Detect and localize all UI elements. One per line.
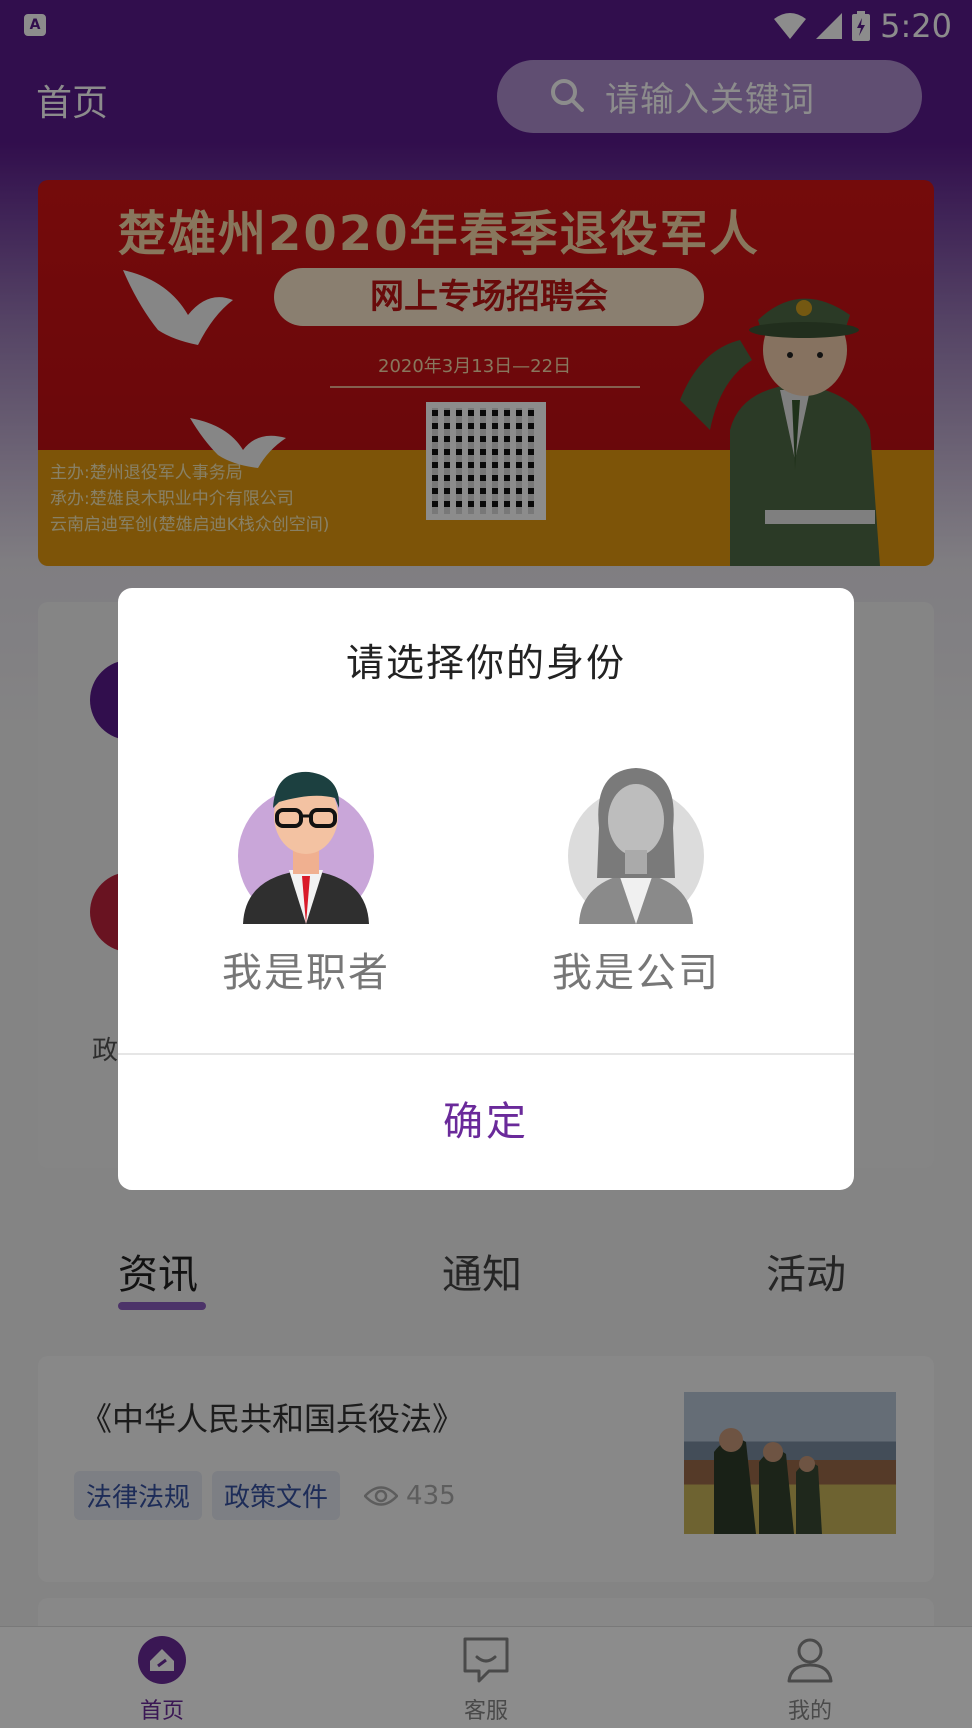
- role-label: 我是公司: [552, 950, 720, 996]
- identity-dialog: 请选择你的身份 我是职者 我是公司 确定: [118, 588, 854, 1190]
- job-seeker-avatar-icon: [223, 758, 389, 924]
- role-label: 我是职者: [222, 950, 390, 996]
- role-option-company[interactable]: 我是公司: [506, 758, 766, 998]
- role-option-job-seeker[interactable]: 我是职者: [176, 758, 436, 998]
- confirm-button[interactable]: 确定: [118, 1055, 854, 1190]
- dialog-title: 请选择你的身份: [345, 641, 626, 685]
- company-avatar-icon: [553, 758, 719, 924]
